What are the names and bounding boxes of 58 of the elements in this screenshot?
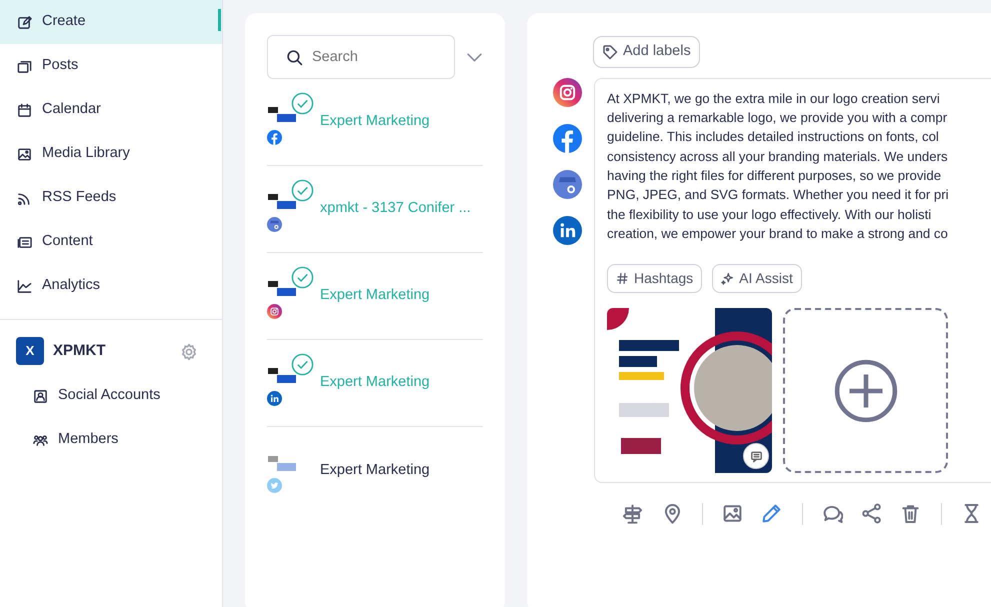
sparkle-icon: [721, 272, 734, 286]
hash-icon: [616, 272, 629, 286]
chip-button[interactable]: AI Assist: [712, 264, 802, 294]
network-badge-icon: [267, 216, 282, 232]
tag-icon: [602, 44, 618, 60]
post-text-line: PNG, JPEG, and SVG formats. Whether you need it for pri: [607, 186, 950, 204]
sidebar-item[interactable]: Posts: [0, 44, 222, 88]
post-text-line: consistency across all your branding materials. We unders: [607, 148, 949, 166]
add-labels-button[interactable]: Add labels: [593, 36, 700, 68]
post-image-drawing[interactable]: [607, 308, 772, 474]
share-icon[interactable]: [861, 503, 882, 524]
sidebar-item[interactable]: Create: [0, 0, 222, 44]
network-badge-icon: [267, 390, 282, 406]
trash-icon[interactable]: [900, 503, 922, 524]
people-icon: [33, 432, 48, 448]
calendar-icon: [17, 102, 32, 118]
sidebar-item[interactable]: Social Accounts: [0, 374, 222, 418]
sidebar-item[interactable]: Members: [0, 418, 222, 462]
post-text-line: having the right files for different purposes, so we provide: [607, 166, 942, 185]
comment-icon: [748, 448, 764, 464]
stacked-squares-icon: [17, 58, 32, 74]
bird-badge-icon: [267, 478, 282, 494]
image-icon: [17, 146, 32, 162]
store-badge-icon: [553, 170, 582, 199]
sidebar-item[interactable]: RSS Feeds: [0, 176, 222, 220]
workspace-avatar: X: [16, 337, 44, 365]
sidebar-item[interactable]: Media Library: [0, 132, 222, 176]
sidebar-item[interactable]: Analytics: [0, 264, 222, 308]
line-chart-icon: [17, 278, 32, 294]
account-name[interactable]: Expert Marketing: [320, 460, 430, 482]
workspace-name: XPMKT: [53, 340, 106, 361]
search-field[interactable]: Search: [267, 35, 455, 79]
user-card-icon: [33, 388, 48, 404]
network-badge-icon: [267, 304, 282, 319]
chip-button[interactable]: Hashtags: [607, 264, 702, 294]
sidebar-item[interactable]: Calendar: [0, 88, 222, 132]
linkedin-icon: [553, 216, 582, 245]
newspaper-icon: [17, 234, 32, 250]
network-badge-icon: [267, 130, 282, 145]
post-text-line: the flexibility to use your logo effectively. With our holisti: [607, 206, 932, 224]
sidebar-item[interactable]: Content: [0, 220, 222, 264]
post-text-line: guideline. This includes detailed instructions on fonts, col: [607, 128, 940, 146]
pencil-icon[interactable]: [761, 503, 782, 524]
plus-circle-icon: [832, 358, 898, 424]
rss-icon: [17, 190, 32, 206]
post-text-line: At XPMKT, we go the extra mile in our logo creation servi: [607, 90, 941, 108]
instagram-icon: [553, 78, 582, 107]
post-text-line: creation, we empower your brand to make a strong and co: [607, 224, 949, 243]
signpost-icon[interactable]: [622, 503, 644, 524]
chat-bubbles-icon[interactable]: [822, 503, 843, 524]
post-editor[interactable]: [594, 78, 991, 483]
search-icon: [286, 49, 303, 66]
image-icon[interactable]: [722, 503, 743, 524]
edit-icon: [17, 14, 32, 30]
facebook-icon: [553, 124, 582, 153]
add-media-tile[interactable]: [783, 308, 948, 474]
settings-icon: [180, 342, 198, 361]
post-text-line: delivering a remarkable logo, we provide you with a compr: [607, 109, 948, 128]
